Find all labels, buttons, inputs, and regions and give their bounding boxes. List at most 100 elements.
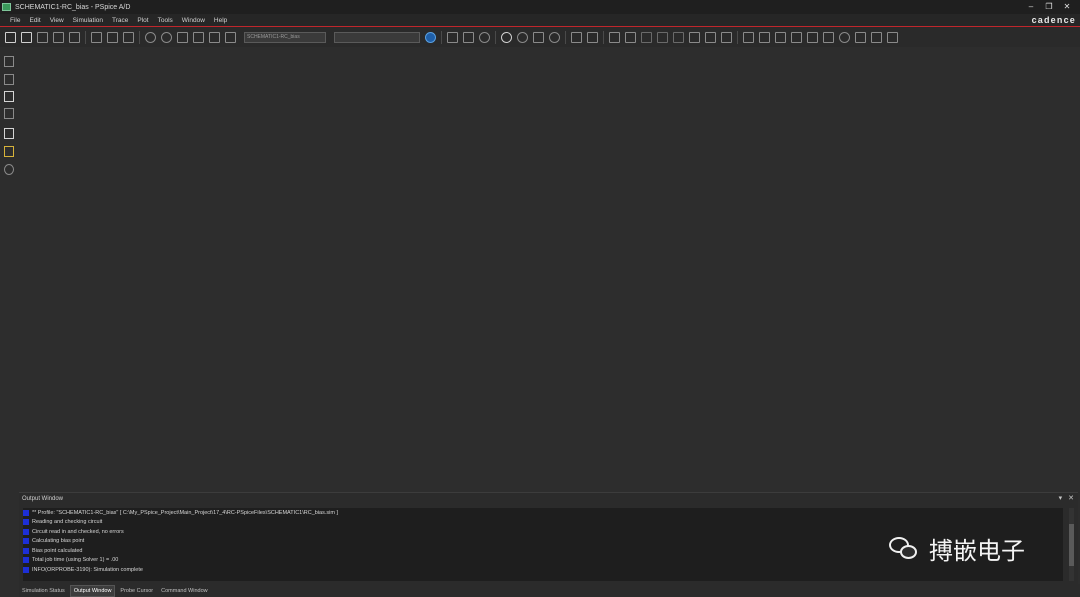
display-toggle-9-icon[interactable] (871, 31, 882, 43)
cursor-slope-icon[interactable] (673, 31, 684, 43)
menu-file[interactable]: File (10, 17, 20, 24)
scrollbar-thumb[interactable] (1069, 524, 1074, 566)
cut-icon[interactable] (91, 31, 102, 43)
trace-select[interactable] (334, 31, 420, 43)
left-toolbar (0, 48, 18, 193)
zoom-fit-icon[interactable] (549, 31, 560, 43)
toolbar-separator (441, 30, 442, 44)
log-bullet-icon (23, 538, 29, 545)
tab-output-window[interactable]: Output Window (69, 584, 116, 597)
redo-icon[interactable] (161, 31, 172, 43)
save-icon[interactable] (53, 31, 64, 43)
toolbar-separator (139, 30, 140, 44)
window-controls: – ❐ ✕ (1022, 1, 1076, 13)
menu-help[interactable]: Help (214, 17, 227, 24)
menu-tools[interactable]: Tools (158, 17, 173, 24)
output-scrollbar[interactable] (1069, 508, 1074, 581)
save-data-icon[interactable] (447, 31, 458, 43)
tab-probe-cursor[interactable]: Probe Cursor (117, 586, 156, 596)
log-bullet-icon (23, 519, 29, 526)
profile-select[interactable]: SCHEMATIC1-RC_bias (244, 31, 326, 43)
marker-voltage-icon[interactable] (177, 31, 188, 43)
waveform-icon[interactable] (4, 128, 14, 139)
toolbar-separator (565, 30, 566, 44)
toolbar-separator (603, 30, 604, 44)
toolbar-separator (85, 30, 86, 44)
tab-simulation-status[interactable]: Simulation Status (19, 586, 68, 596)
cursor-trough-icon[interactable] (657, 31, 668, 43)
menu-edit[interactable]: Edit (29, 17, 40, 24)
log-bullet-icon (23, 547, 29, 554)
open-file-icon[interactable] (37, 31, 48, 43)
marker-power-icon[interactable] (209, 31, 220, 43)
log-x-axis-icon[interactable] (571, 31, 582, 43)
output-window-controls: ▾ ✕ (1053, 494, 1074, 502)
watermark-text: 搏嵌电子 (929, 537, 1025, 565)
print-icon[interactable] (69, 31, 80, 43)
log-line: Reading and checking circuit (23, 518, 1063, 528)
pspice-app-icon (2, 3, 11, 11)
cursor-peak-icon[interactable] (641, 31, 652, 43)
display-toggle-6-icon[interactable] (823, 31, 834, 43)
dock-menu-icon[interactable]: ▾ (1059, 494, 1063, 502)
run-simulation-icon[interactable] (425, 31, 436, 43)
cursor-max-icon[interactable] (705, 31, 716, 43)
cadence-logo: cadence (1031, 15, 1076, 25)
paste-icon[interactable] (123, 31, 134, 43)
display-toggle-10-icon[interactable] (887, 31, 898, 43)
chat-bubble-small-icon (900, 544, 917, 559)
add-trace-icon[interactable] (609, 31, 620, 43)
display-toggle-8-icon[interactable] (855, 31, 866, 43)
open-folder-icon[interactable] (21, 31, 32, 43)
restore-button[interactable]: ❐ (1040, 1, 1058, 13)
copy-icon[interactable] (107, 31, 118, 43)
close-panel-icon[interactable]: ✕ (1068, 494, 1074, 502)
tab-command-window[interactable]: Command Window (158, 586, 210, 596)
pencil-icon[interactable] (4, 56, 14, 67)
main-toolbar: SCHEMATIC1-RC_bias (0, 27, 1080, 47)
marker-differential-icon[interactable] (225, 31, 236, 43)
close-button[interactable]: ✕ (1058, 1, 1076, 13)
display-toggle-3-icon[interactable] (775, 31, 786, 43)
output-window-header: Output Window ▾ ✕ (19, 493, 1078, 505)
wechat-icon (889, 536, 919, 561)
menu-window[interactable]: Window (182, 17, 205, 24)
menu-simulation[interactable]: Simulation (73, 17, 103, 24)
log-bullet-icon (23, 557, 29, 564)
display-toggle-7-icon[interactable] (839, 31, 850, 43)
grid-icon[interactable] (4, 108, 14, 119)
waveform-edit-icon[interactable] (4, 146, 14, 157)
menu-view[interactable]: View (50, 17, 64, 24)
log-line: ** Profile: "SCHEMATIC1-RC_bias" [ C:\My… (23, 508, 1063, 518)
new-file-icon[interactable] (5, 31, 16, 43)
toolbar-separator (737, 30, 738, 44)
stop-icon[interactable] (479, 31, 490, 43)
log-line: INFO(ORPROBE-3190): Simulation complete (23, 565, 1063, 575)
settings-icon[interactable] (4, 164, 14, 175)
menu-trace[interactable]: Trace (112, 17, 128, 24)
display-toggle-2-icon[interactable] (759, 31, 770, 43)
undo-icon[interactable] (145, 31, 156, 43)
fourier-icon[interactable] (587, 31, 598, 43)
cursor-min-icon[interactable] (689, 31, 700, 43)
title-bar: SCHEMATIC1-RC_bias - PSpice A/D – ❐ ✕ (0, 0, 1080, 14)
cursor-icon[interactable] (625, 31, 636, 43)
label-icon[interactable] (721, 31, 732, 43)
document-icon[interactable] (4, 74, 14, 85)
display-toggle-5-icon[interactable] (807, 31, 818, 43)
output-window-title: Output Window (22, 496, 64, 502)
watermark: 搏嵌电子 (889, 531, 1025, 566)
zoom-in-icon[interactable] (501, 31, 512, 43)
window-title: SCHEMATIC1-RC_bias - PSpice A/D (15, 3, 131, 11)
marker-current-icon[interactable] (193, 31, 204, 43)
zoom-area-icon[interactable] (533, 31, 544, 43)
minimize-button[interactable]: – (1022, 1, 1040, 13)
menu-plot[interactable]: Plot (137, 17, 148, 24)
log-bullet-icon (23, 528, 29, 535)
zoom-out-icon[interactable] (517, 31, 528, 43)
display-toggle-1-icon[interactable] (743, 31, 754, 43)
document-active-icon[interactable] (4, 91, 14, 102)
menu-bar: File Edit View Simulation Trace Plot Too… (0, 14, 1080, 27)
display-toggle-4-icon[interactable] (791, 31, 802, 43)
pause-icon[interactable] (463, 31, 474, 43)
